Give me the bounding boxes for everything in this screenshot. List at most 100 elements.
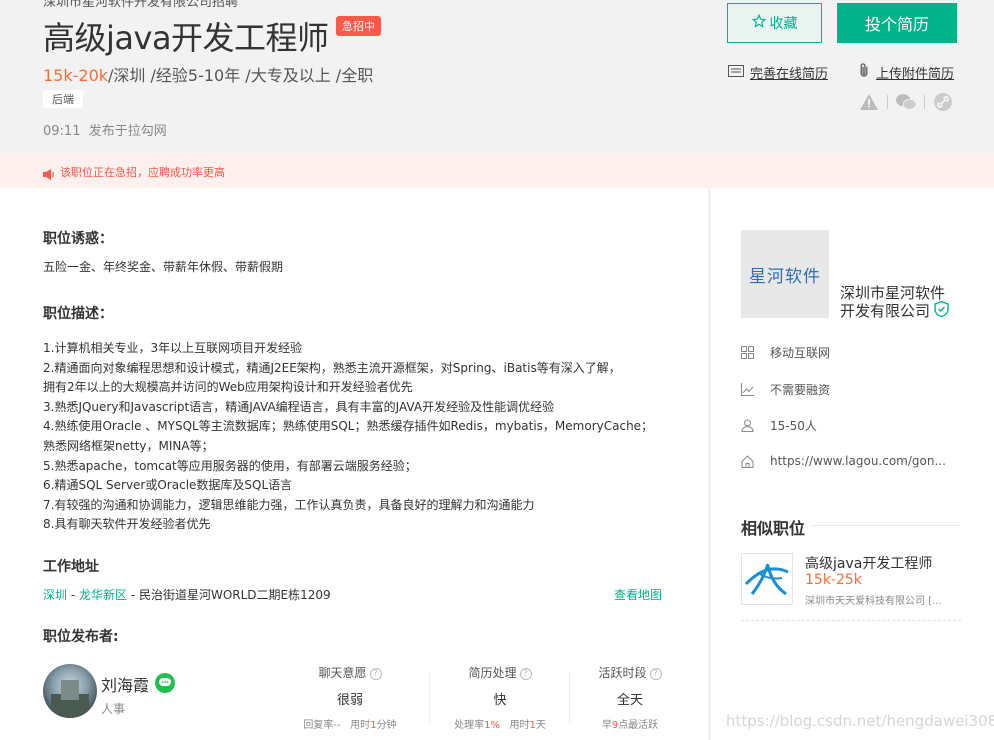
similar-divider bbox=[812, 525, 961, 526]
favorite-label: 收藏 bbox=[769, 16, 798, 32]
description-line: 1.计算机相关专业，3年以上互联网项目开发经验 bbox=[43, 341, 303, 355]
stat-value: 全天 bbox=[616, 693, 643, 708]
perk-title: 职位诱惑： bbox=[43, 231, 113, 247]
perk-text: 五险一金、年终奖金、带薪年休假、带薪假期 bbox=[43, 260, 284, 274]
experience: 经验5-10年 / bbox=[155, 66, 251, 85]
help-icon[interactable]: ? bbox=[519, 667, 532, 680]
company-financing: 不需要融资 bbox=[741, 381, 830, 398]
stat-sub-text: 分钟 bbox=[376, 720, 397, 731]
upload-resume-label: 上传附件简历 bbox=[876, 67, 955, 82]
similar-company-logo[interactable] bbox=[741, 553, 793, 605]
description-title: 职位描述： bbox=[43, 306, 113, 322]
stat-sub-text: 天 bbox=[535, 720, 546, 731]
person-icon bbox=[741, 419, 754, 432]
description-line: 5.熟悉apache，tomcat等应用服务器的使用，有部署云端服务经验； bbox=[43, 458, 417, 473]
chat-icon[interactable] bbox=[155, 673, 175, 693]
home-icon bbox=[741, 454, 754, 468]
company-financing-text: 不需要融资 bbox=[770, 383, 831, 397]
similar-job-company[interactable]: 深圳市天天爱科技有限公司 [... bbox=[805, 592, 942, 607]
megaphone-icon bbox=[43, 165, 55, 184]
stat-sub: 早9点最活跃 bbox=[570, 716, 690, 731]
company-size: 15-50人 bbox=[741, 417, 817, 434]
work-address: 深圳 - 龙华新区 - 民治街道星河WORLD二期E栋1209 bbox=[43, 586, 331, 603]
job-tag[interactable]: 后端 bbox=[43, 90, 83, 108]
view-map-link[interactable]: 查看地图 bbox=[614, 586, 662, 603]
star-icon bbox=[751, 13, 766, 32]
wechat-icon[interactable] bbox=[896, 92, 916, 112]
stat-sub-text: 用时 bbox=[509, 720, 530, 731]
company-name[interactable]: 深圳市星河软件 开发有限公司 bbox=[840, 285, 970, 320]
stat-label: 活跃时段? bbox=[570, 664, 690, 681]
company-size-text: 15-50人 bbox=[770, 419, 817, 433]
description-line: 8.具有聊天软件开发经验者优先 bbox=[43, 517, 211, 532]
company-website[interactable]: https://www.lagou.com/gon... bbox=[741, 454, 946, 468]
publish-source: 发布于拉勾网 bbox=[88, 124, 167, 139]
help-icon[interactable]: ? bbox=[369, 667, 382, 680]
stat-label-text: 活跃时段 bbox=[598, 666, 647, 680]
attachment-icon bbox=[858, 63, 870, 82]
stat-sub-text: 回复率-- bbox=[303, 720, 341, 731]
company-recruit-line[interactable]: 深圳市星河软件开发有限公司招聘 bbox=[43, 0, 238, 10]
publish-info: 09:11 发布于拉勾网 bbox=[43, 120, 167, 139]
job-type: 全职 bbox=[341, 66, 374, 85]
grid-icon bbox=[741, 346, 754, 359]
recruiter-name[interactable]: 刘海霞 bbox=[101, 672, 149, 696]
stat-value: 很弱 bbox=[336, 693, 363, 708]
description-line: 2.精通面向对象编程思想和设计模式，精通J2EE架构，熟悉主流开源框架，对Spr… bbox=[43, 360, 621, 375]
stat-sub-text: 早 bbox=[601, 720, 612, 731]
urgent-notice-text: 该职位正在急招，应聘成功率更高 bbox=[60, 166, 225, 179]
stat-resume-processing: 简历处理? 快 处理率1% 用时1天 bbox=[440, 664, 560, 731]
resume-icon bbox=[728, 64, 744, 81]
recruiter-avatar[interactable] bbox=[43, 664, 97, 718]
stat-divider bbox=[429, 672, 430, 724]
link-icon[interactable] bbox=[933, 92, 953, 112]
favorite-button[interactable]: 收藏 bbox=[727, 3, 822, 43]
salary: 15k-20k bbox=[43, 66, 109, 85]
company-website-text[interactable]: https://www.lagou.com/gon... bbox=[770, 454, 946, 468]
similar-job-salary: 15k-25k bbox=[805, 572, 862, 588]
report-warning-icon[interactable] bbox=[859, 92, 879, 112]
stat-label-text: 简历处理 bbox=[468, 666, 517, 680]
apply-button[interactable]: 投个简历 bbox=[837, 3, 957, 43]
stat-sub-text: 用时 bbox=[350, 720, 371, 731]
job-title: 高级java开发工程师 bbox=[43, 19, 329, 57]
address-district-link[interactable]: 龙华新区 bbox=[79, 588, 127, 602]
job-header: 深圳市星河软件开发有限公司招聘 高级java开发工程师 急招中 15k-20k/… bbox=[0, 0, 994, 154]
stat-active-time: 活跃时段? 全天 早9点最活跃 bbox=[570, 664, 690, 731]
address-title: 工作地址 bbox=[43, 559, 99, 575]
education: 大专及以上 / bbox=[250, 66, 342, 85]
address-city-link[interactable]: 深圳 bbox=[43, 588, 67, 602]
stat-sub: 回复率-- 用时1分钟 bbox=[290, 716, 410, 731]
description-line: 熟悉网络框架netty，MINA等； bbox=[43, 438, 214, 453]
publish-time: 09:11 bbox=[43, 124, 81, 139]
similar-item-divider bbox=[741, 620, 961, 621]
stat-sub-text: 点最活跃 bbox=[618, 720, 659, 731]
job-description: 1.计算机相关专业，3年以上互联网项目开发经验 2.精通面向对象编程思想和设计模… bbox=[43, 339, 653, 535]
company-industry: 移动互联网 bbox=[741, 344, 830, 361]
help-icon[interactable]: ? bbox=[649, 667, 662, 680]
publisher-title: 职位发布者: bbox=[43, 629, 119, 645]
watermark: https://blog.csdn.net/hengdawei3087 bbox=[726, 712, 994, 730]
verified-shield-icon bbox=[934, 300, 949, 320]
description-line: 6.精通SQL Server或Oracle数据库及SQL语言 bbox=[43, 478, 293, 493]
company-name-line: 开发有限公司 bbox=[840, 301, 931, 320]
stat-label-text: 聊天意愿 bbox=[318, 666, 367, 680]
stat-sub-text: 处理率 bbox=[454, 720, 485, 731]
share-divider bbox=[887, 95, 888, 109]
address-separator: - bbox=[127, 588, 139, 602]
recruiter-role: 人事 bbox=[101, 702, 126, 716]
company-industry-text: 移动互联网 bbox=[770, 346, 831, 360]
description-line: 7.有较强的沟通和协调能力，逻辑思维能力强，工作认真负责，具备良好的理解力和沟通… bbox=[43, 497, 535, 512]
urgent-badge: 急招中 bbox=[336, 16, 381, 36]
similar-job-title[interactable]: 高级java开发工程师 bbox=[805, 553, 932, 573]
company-logo[interactable]: 星河软件 bbox=[741, 230, 829, 318]
description-line: 3.熟悉JQuery和Javascript语言，精通JAVA编程语言，具有丰富的… bbox=[43, 399, 555, 414]
city: /深圳 / bbox=[108, 66, 156, 85]
similar-jobs-title: 相似职位 bbox=[741, 519, 806, 538]
upload-resume-link[interactable]: 上传附件简历 bbox=[858, 63, 954, 82]
online-resume-link[interactable]: 完善在线简历 bbox=[728, 63, 828, 82]
stat-chat-willingness: 聊天意愿? 很弱 回复率-- 用时1分钟 bbox=[290, 664, 410, 731]
company-name-line: 深圳市星河软件 bbox=[840, 284, 946, 302]
description-line: 4.熟练使用Oracle 、MYSQL等主流数据库；熟练使用SQL；熟悉缓存插件… bbox=[43, 419, 654, 434]
urgent-notice-bar: 该职位正在急招，应聘成功率更高 bbox=[0, 154, 994, 188]
